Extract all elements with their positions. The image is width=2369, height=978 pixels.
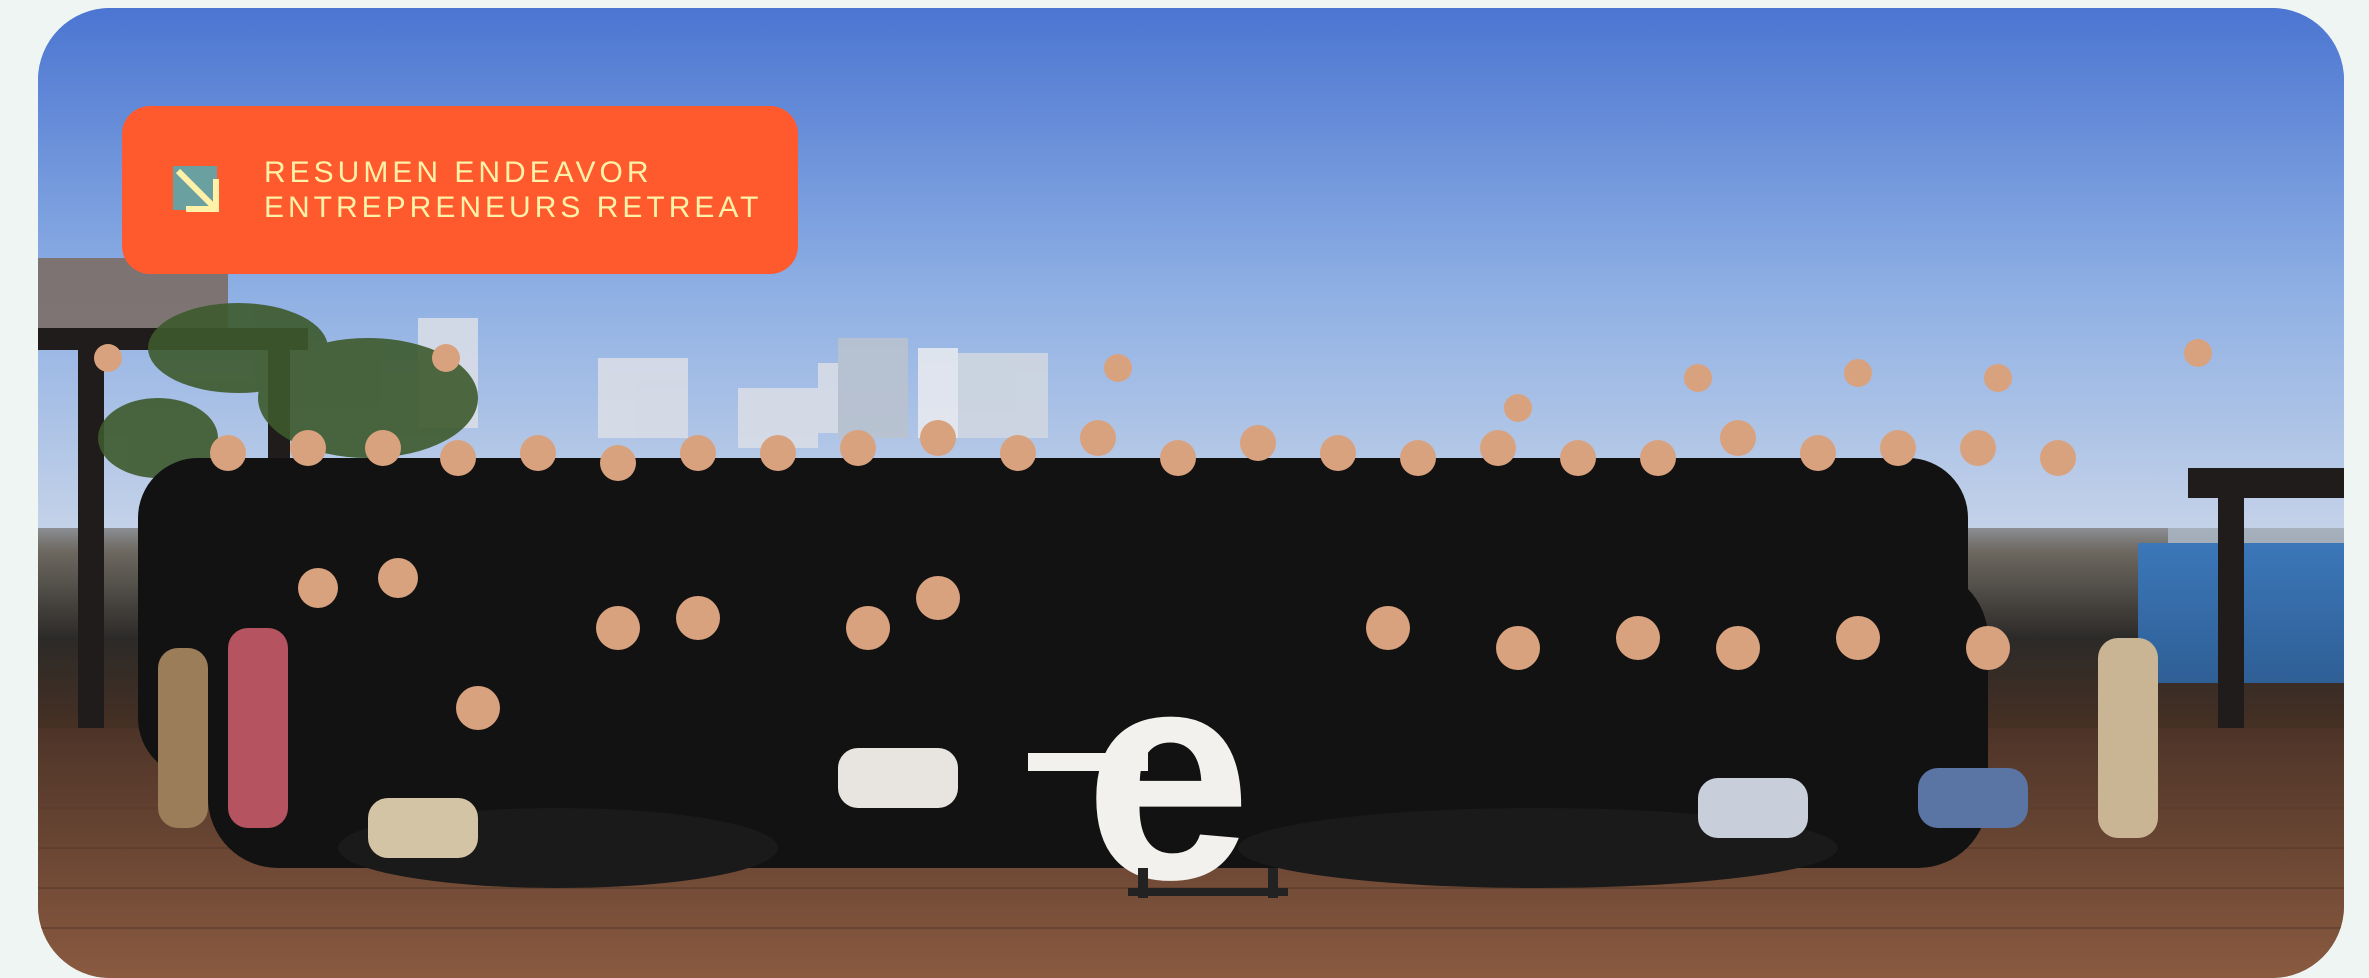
hero-photo-card: e RESUMEN ENDEAVOR ENTREPRENEURS RETREAT (38, 8, 2344, 978)
banner-title: RESUMEN ENDEAVOR ENTREPRENEURS RETREAT (264, 156, 763, 224)
title-banner: RESUMEN ENDEAVOR ENTREPRENEURS RETREAT (122, 106, 798, 274)
banner-title-line-2: ENTREPRENEURS RETREAT (264, 191, 763, 224)
banner-title-line-1: RESUMEN ENDEAVOR (264, 156, 653, 189)
arrow-down-right-icon (173, 166, 219, 212)
